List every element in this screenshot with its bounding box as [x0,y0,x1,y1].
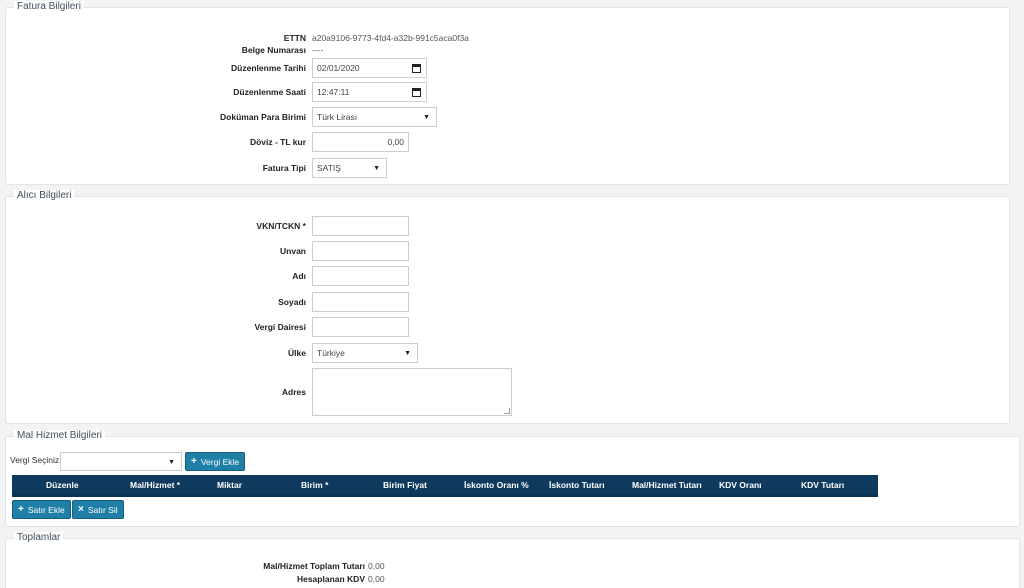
column-header[interactable]: İskonto Oranı % [464,480,529,490]
calendar-icon[interactable] [412,88,421,97]
vkn-row: VKN/TCKN * [6,216,409,236]
column-header[interactable]: KDV Oranı [719,480,762,490]
vergi-dairesi-input[interactable] [312,317,409,337]
column-header[interactable]: Düzenle [46,480,79,490]
unvan-input[interactable] [312,241,409,261]
duzenlenme-saati-input[interactable]: 12:47:11 [312,82,427,102]
adres-textarea[interactable] [312,368,512,416]
fatura-bilgileri-panel: Fatura Bilgileri ETTN a20a9106-9773-4fd4… [5,1,1010,185]
fatura-tipi-value: SATIŞ [317,163,341,173]
fatura-tipi-select[interactable]: SATIŞ ▼ [312,158,387,178]
adres-label: Adres [281,387,306,397]
vergi-dairesi-label: Vergi Dairesi [254,322,306,332]
hesaplanan-kdv-value: 0,00 [368,574,385,584]
satir-ekle-label: Satır Ekle [27,504,65,515]
column-header[interactable]: Mal/Hizmet Tutarı [632,480,702,490]
adi-input[interactable] [312,266,409,286]
para-birimi-value: Türk Lirası [317,112,358,122]
ulke-row: Ülke Türkiye ▼ [6,343,418,363]
belge-numarasi-value: ---- [312,45,324,55]
column-header[interactable]: Birim * [301,480,328,490]
column-header[interactable]: Miktar [217,480,242,490]
plus-icon: + [18,504,24,515]
ulke-select[interactable]: Türkiye ▼ [312,343,418,363]
adi-row: Adı [6,266,409,286]
kur-row: Döviz - TL kur 0,00 [6,132,409,152]
fatura-tipi-label: Fatura Tipi [262,163,306,173]
para-birimi-label: Doküman Para Birimi [220,112,306,122]
ettn-value: a20a9106-9773-4fd4-a32b-991c5aca0f3a [312,33,469,43]
alici-bilgileri-panel: Alıcı Bilgileri VKN/TCKN * Unvan Adı Soy… [5,190,1010,424]
doviz-kur-label: Döviz - TL kur [249,137,306,147]
vergi-seciniz-select[interactable]: ▼ [60,452,182,471]
ulke-label: Ülke [288,348,306,358]
column-header[interactable]: Birim Fiyat [383,480,427,490]
vkn-input[interactable] [312,216,409,236]
kdv-row: Hesaplanan KDV 0,00 [6,569,385,588]
unvan-row: Unvan [6,241,409,261]
vergi-ekle-label: Vergi Ekle [200,456,240,467]
column-header[interactable]: İskonto Tutarı [549,480,605,490]
mal-hizmet-table-header: Düzenle Mal/Hizmet * Miktar Birim * Biri… [12,475,878,494]
duzenlenme-tarihi-label: Düzenlenme Tarihi [231,63,306,73]
satir-sil-label: Satır Sil [87,504,118,515]
vergi-ekle-button[interactable]: + Vergi Ekle [185,452,246,471]
adres-row: Adres [6,368,512,416]
doviz-kur-input[interactable]: 0,00 [312,132,409,152]
duzenlenme-saati-value: 12:47:11 [317,87,350,97]
mal-hizmet-legend: Mal Hizmet Bilgileri [14,430,106,441]
satir-sil-button[interactable]: × Satır Sil [72,500,124,519]
resize-handle-icon[interactable] [504,408,510,414]
belge-row: Belge Numarası ---- [6,36,324,56]
vergi-dairesi-row: Vergi Dairesi [6,317,409,337]
close-icon: × [78,504,84,515]
duzenlenme-tarihi-input[interactable]: 02/01/2020 [312,58,427,78]
chevron-down-icon: ▼ [168,459,175,466]
plus-icon: + [191,456,197,467]
unvan-label: Unvan [280,246,306,256]
saat-row: Düzenlenme Saati 12:47:11 [6,82,427,102]
calendar-icon[interactable] [412,64,421,73]
vergi-seciniz-label: Vergi Seçiniz: [10,455,62,465]
chevron-down-icon: ▼ [404,350,411,357]
vkn-label: VKN/TCKN * [256,221,306,231]
column-header[interactable]: KDV Tutarı [801,480,844,490]
soyadi-label: Soyadı [278,297,306,307]
column-header[interactable]: Mal/Hizmet * [130,480,180,490]
fatura-bilgileri-legend: Fatura Bilgileri [14,1,84,12]
soyadi-row: Soyadı [6,292,409,312]
alici-bilgileri-legend: Alıcı Bilgileri [14,190,75,201]
tarih-row: Düzenlenme Tarihi 02/01/2020 [6,58,427,78]
toplamlar-legend: Toplamlar [14,532,64,543]
belge-numarasi-label: Belge Numarası [241,45,306,55]
doviz-kur-value: 0,00 [387,137,404,147]
duzenlenme-tarihi-value: 02/01/2020 [317,63,360,73]
chevron-down-icon: ▼ [423,114,430,121]
adi-label: Adı [292,271,306,281]
tip-row: Fatura Tipi SATIŞ ▼ [6,158,387,178]
toplamlar-panel: Toplamlar Mal/Hizmet Toplam Tutarı 0,00 … [5,532,1020,588]
ulke-value: Türkiye [317,348,345,358]
table-body-strip [12,494,878,497]
duzenlenme-saati-label: Düzenlenme Saati [233,87,306,97]
para-birimi-select[interactable]: Türk Lirası ▼ [312,107,437,127]
hesaplanan-kdv-label: Hesaplanan KDV [296,574,365,584]
chevron-down-icon: ▼ [373,165,380,172]
soyadi-input[interactable] [312,292,409,312]
para-row: Doküman Para Birimi Türk Lirası ▼ [6,107,437,127]
satir-ekle-button[interactable]: + Satır Ekle [12,500,71,519]
